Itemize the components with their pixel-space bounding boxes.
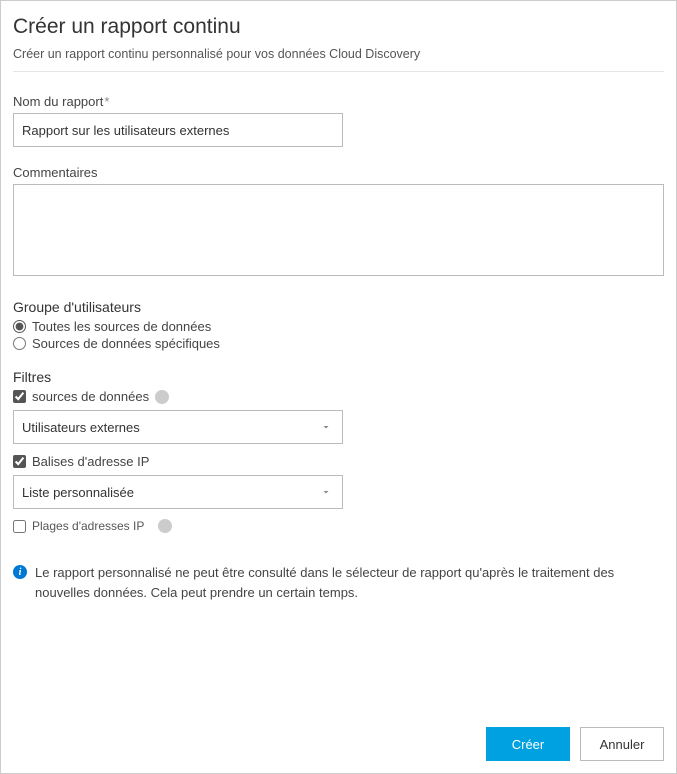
radio-specific-sources-row: Sources de données spécifiques bbox=[13, 336, 664, 351]
user-group-label: Groupe d'utilisateurs bbox=[13, 299, 664, 315]
info-icon: i bbox=[13, 565, 27, 579]
ip-tags-check-row: Balises d'adresse IP bbox=[13, 454, 664, 469]
data-sources-select-value: Utilisateurs externes bbox=[22, 420, 140, 435]
ip-tags-checkbox-label: Balises d'adresse IP bbox=[32, 454, 149, 469]
ip-tags-checkbox[interactable] bbox=[13, 455, 26, 468]
chevron-down-icon bbox=[320, 486, 332, 498]
required-mark: * bbox=[104, 94, 109, 109]
ip-ranges-checkbox-label: Plages d'adresses IP bbox=[32, 519, 144, 533]
report-name-input[interactable] bbox=[13, 113, 343, 147]
report-name-section: Nom du rapport* bbox=[13, 94, 664, 147]
radio-specific-sources[interactable] bbox=[13, 337, 26, 350]
comments-textarea[interactable] bbox=[13, 184, 664, 276]
radio-all-sources-row: Toutes les sources de données bbox=[13, 319, 664, 334]
report-name-label: Nom du rapport* bbox=[13, 94, 664, 109]
create-report-dialog: Créer un rapport continu Créer un rappor… bbox=[0, 0, 677, 774]
dialog-title: Créer un rapport continu bbox=[13, 15, 664, 39]
divider bbox=[13, 71, 664, 72]
data-sources-select[interactable]: Utilisateurs externes bbox=[13, 410, 343, 444]
comments-label: Commentaires bbox=[13, 165, 664, 180]
ip-tags-select[interactable]: Liste personnalisée bbox=[13, 475, 343, 509]
info-dot-icon bbox=[155, 390, 169, 404]
info-dot-icon bbox=[158, 519, 172, 533]
dialog-footer: Créer Annuler bbox=[486, 727, 664, 761]
info-note: i Le rapport personnalisé ne peut être c… bbox=[13, 563, 664, 602]
data-sources-select-wrap: Utilisateurs externes bbox=[13, 410, 343, 444]
data-sources-checkbox[interactable] bbox=[13, 390, 26, 403]
ip-ranges-row: Plages d'adresses IP bbox=[13, 519, 664, 533]
info-text: Le rapport personnalisé ne peut être con… bbox=[35, 563, 664, 602]
ip-tags-select-value: Liste personnalisée bbox=[22, 485, 134, 500]
user-group-section: Groupe d'utilisateurs Toutes les sources… bbox=[13, 299, 664, 351]
radio-all-sources[interactable] bbox=[13, 320, 26, 333]
data-sources-check-row: sources de données bbox=[13, 389, 664, 404]
filters-section: Filtres sources de données Utilisateurs … bbox=[13, 369, 664, 533]
ip-tags-select-wrap: Liste personnalisée bbox=[13, 475, 343, 509]
ip-ranges-checkbox[interactable] bbox=[13, 520, 26, 533]
create-button[interactable]: Créer bbox=[486, 727, 570, 761]
radio-specific-sources-label: Sources de données spécifiques bbox=[32, 336, 220, 351]
data-sources-checkbox-label: sources de données bbox=[32, 389, 149, 404]
dialog-subtitle: Créer un rapport continu personnalisé po… bbox=[13, 47, 664, 61]
report-name-label-text: Nom du rapport bbox=[13, 94, 103, 109]
filters-label: Filtres bbox=[13, 369, 664, 385]
comments-section: Commentaires bbox=[13, 165, 664, 281]
chevron-down-icon bbox=[320, 421, 332, 433]
radio-all-sources-label: Toutes les sources de données bbox=[32, 319, 211, 334]
cancel-button[interactable]: Annuler bbox=[580, 727, 664, 761]
